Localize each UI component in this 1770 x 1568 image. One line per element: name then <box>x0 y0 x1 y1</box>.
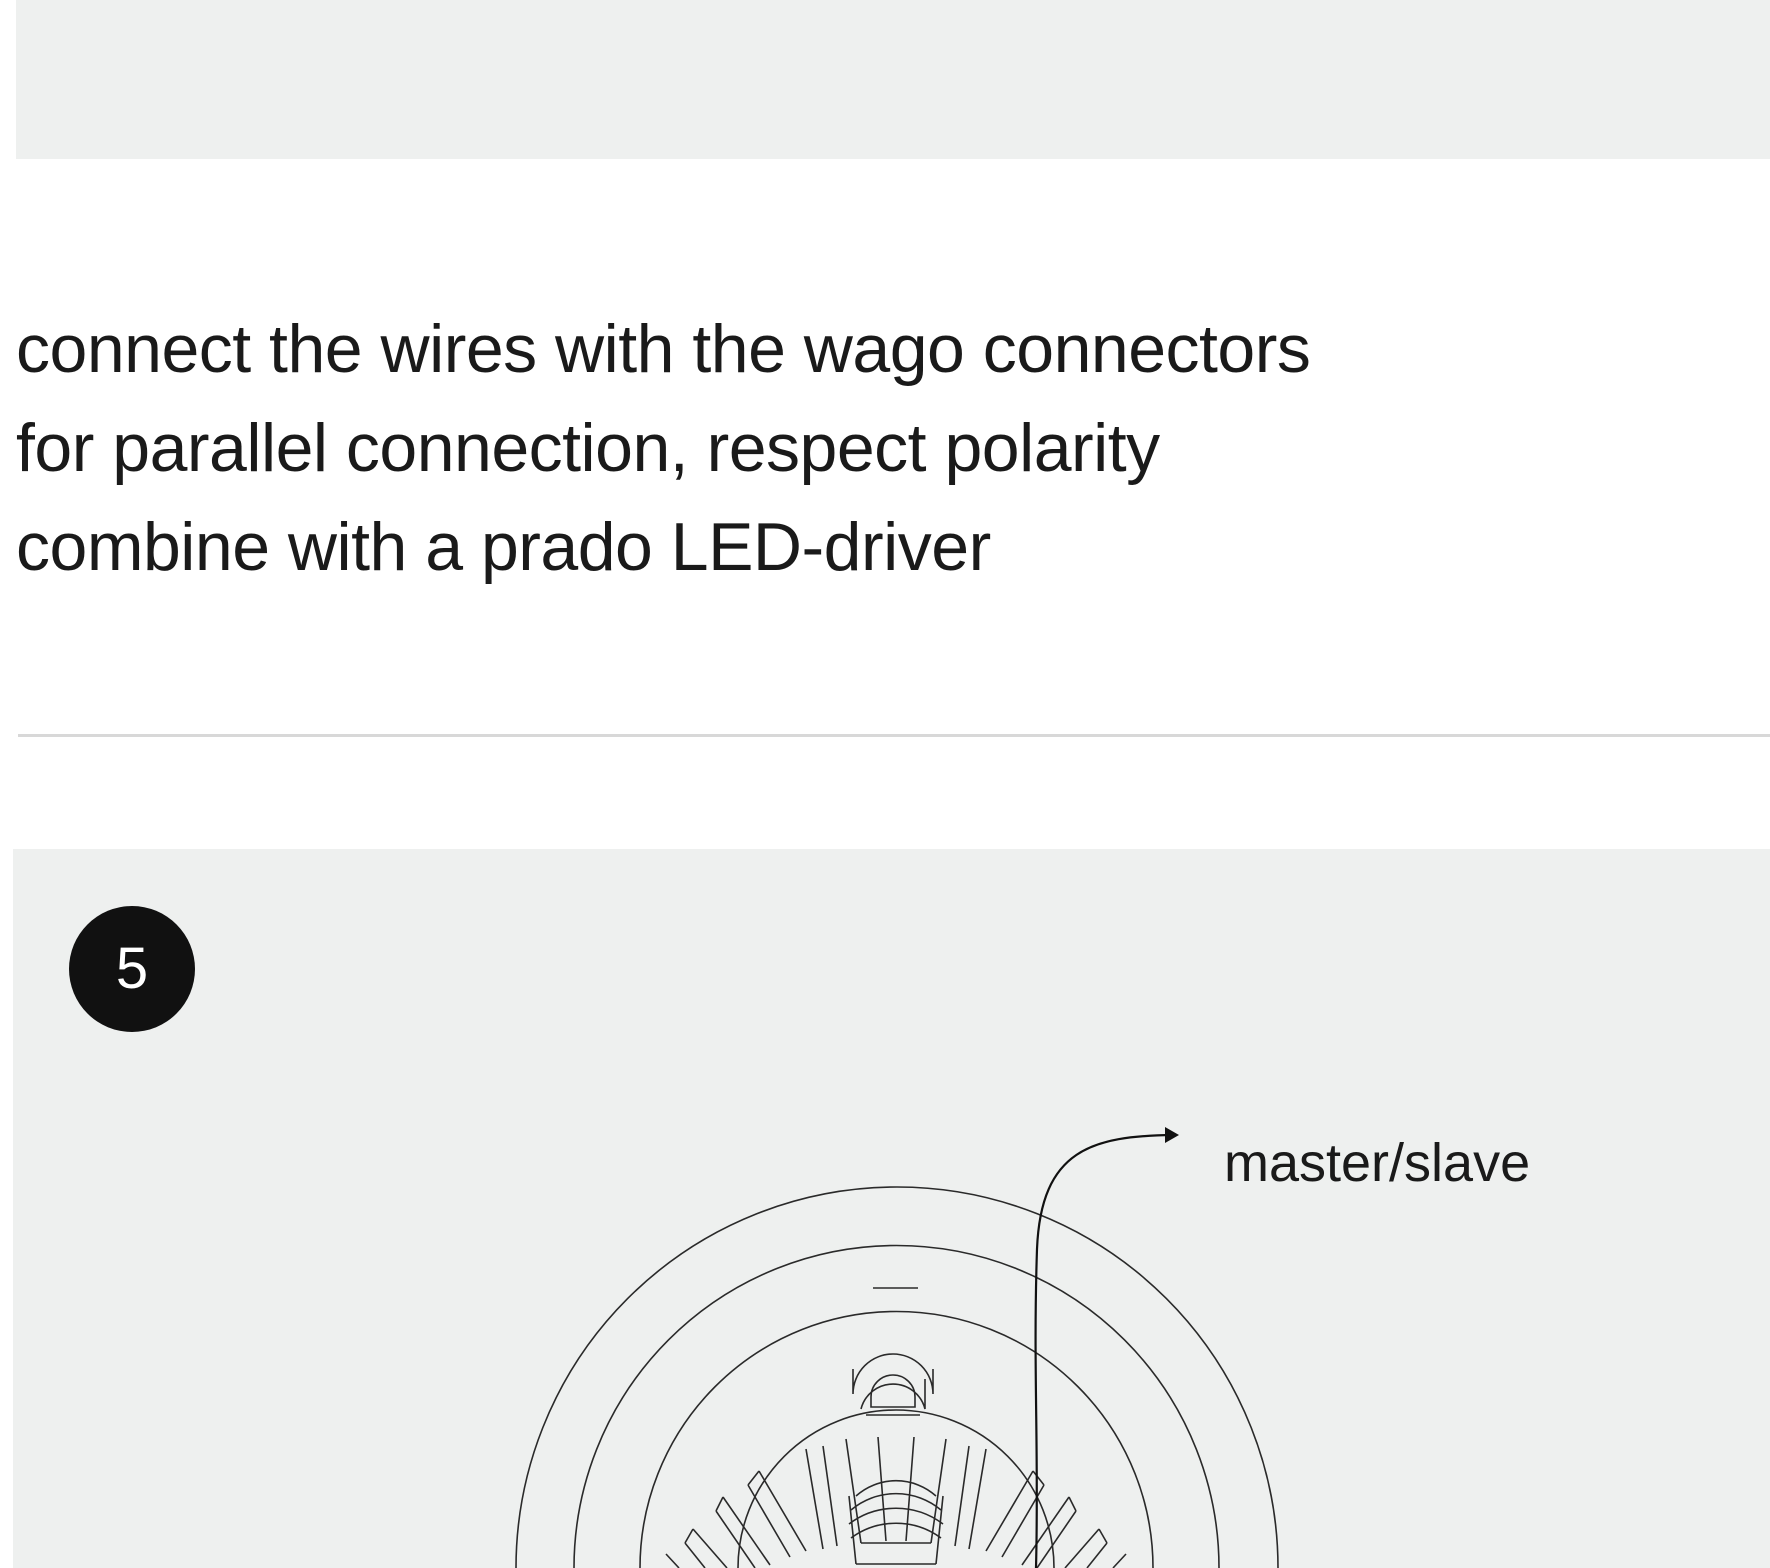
outer-rim-outline <box>515 1186 1279 1568</box>
step-number-badge: 5 <box>69 906 195 1032</box>
rib-center-left <box>845 1438 862 1544</box>
section-divider <box>18 734 1770 737</box>
rib-right-1 <box>968 1448 987 1550</box>
rib-left-6 <box>665 1553 680 1568</box>
rib-right-2 <box>954 1445 970 1547</box>
step-illustration-panel: 5 master/slave <box>13 849 1770 1568</box>
rib-left-1 <box>805 1448 824 1550</box>
rib-right-5b <box>1086 1542 1108 1568</box>
module-outer-ring <box>639 1310 1154 1568</box>
instruction-line-1: connect the wires with the wago connecto… <box>16 311 1311 387</box>
rib-left-5b <box>684 1542 706 1568</box>
instructions-text: connect the wires with the wago connecto… <box>16 300 1516 597</box>
rib-left-4c <box>715 1496 724 1512</box>
rib-right-5 <box>1064 1528 1100 1568</box>
connector-plug <box>870 1374 916 1408</box>
rib-left-3b <box>747 1484 791 1558</box>
connector-housing <box>852 1353 934 1395</box>
rib-right-3 <box>985 1470 1034 1552</box>
rib-right-3c <box>1032 1470 1045 1486</box>
rib-left-5c <box>684 1528 694 1544</box>
rib-right-5c <box>1098 1528 1108 1544</box>
center-slot-3 <box>848 1507 944 1525</box>
master-slave-arrowhead <box>1165 1127 1179 1143</box>
rib-left-5 <box>692 1528 728 1568</box>
rib-left-2 <box>822 1445 838 1547</box>
instruction-line-3: combine with a prado LED-driver <box>16 509 991 585</box>
rib-center-right-2 <box>930 1438 947 1544</box>
rib-left-3 <box>758 1470 807 1552</box>
top-illustration-panel <box>16 0 1770 159</box>
rib-left-3c <box>747 1470 760 1486</box>
rib-left-4b <box>715 1510 756 1568</box>
master-slave-wire <box>1034 1133 1174 1568</box>
rib-right-4b <box>1036 1510 1077 1568</box>
downlight-top-view-drawing <box>515 1127 1279 1568</box>
rib-right-4c <box>1068 1496 1077 1512</box>
module-inner-ring <box>737 1409 1055 1568</box>
master-slave-label: master/slave <box>1224 1133 1531 1193</box>
instruction-line-2: for parallel connection, respect polarit… <box>16 410 1160 486</box>
rib-right-6 <box>1112 1553 1127 1568</box>
center-slot-4 <box>850 1522 942 1539</box>
